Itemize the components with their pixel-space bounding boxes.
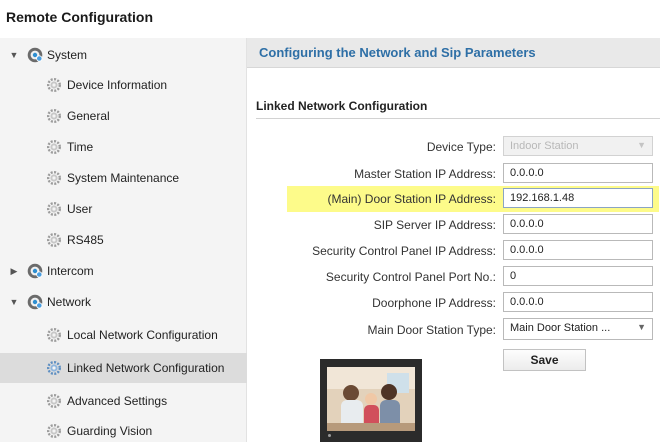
main-door-station-ip-value: 192.168.1.48 bbox=[510, 192, 575, 204]
sidebar-item-label: Advanced Settings bbox=[67, 394, 168, 408]
master-station-ip-label: Master Station IP Address: bbox=[354, 167, 496, 181]
gear-icon bbox=[47, 394, 61, 408]
master-station-ip-input[interactable]: 0.0.0.0 bbox=[503, 163, 653, 183]
sidebar-item-guarding-vision[interactable]: Guarding Vision bbox=[0, 416, 247, 442]
main-door-station-ip-input[interactable]: 192.168.1.48 bbox=[503, 188, 653, 208]
sidebar-item-label: Guarding Vision bbox=[67, 424, 153, 438]
gear-icon bbox=[47, 202, 61, 216]
gear-icon bbox=[47, 424, 61, 438]
sidebar-item-label: Local Network Configuration bbox=[67, 328, 218, 342]
doorphone-ip-input[interactable]: 0.0.0.0 bbox=[503, 292, 653, 312]
sidebar-item-label: Device Information bbox=[67, 78, 168, 92]
device-type-label: Device Type: bbox=[426, 140, 496, 154]
main-door-station-type-value: Main Door Station ... bbox=[510, 322, 611, 334]
panel-header: Configuring the Network and Sip Paramete… bbox=[247, 38, 660, 68]
gear-icon bbox=[47, 233, 61, 247]
dropdown-arrow-icon: ▼ bbox=[637, 322, 646, 332]
indoor-station-preview-image bbox=[320, 359, 422, 442]
sidebar-item-general[interactable]: General bbox=[0, 101, 247, 131]
security-panel-ip-input[interactable]: 0.0.0.0 bbox=[503, 240, 653, 260]
sidebar-item-label: General bbox=[67, 109, 110, 123]
security-panel-port-value: 0 bbox=[510, 270, 517, 282]
main-door-station-type-label: Main Door Station Type: bbox=[367, 323, 496, 337]
sidebar-tree: ▼ System Device Information General Time… bbox=[0, 38, 247, 442]
security-panel-ip-value: 0.0.0.0 bbox=[510, 244, 544, 256]
sidebar-item-advanced-settings[interactable]: Advanced Settings bbox=[0, 386, 247, 416]
sidebar-item-label: Intercom bbox=[47, 264, 94, 278]
dropdown-arrow-icon: ▼ bbox=[637, 140, 646, 150]
sidebar-item-rs485[interactable]: RS485 bbox=[0, 225, 247, 255]
sidebar-item-label: System Maintenance bbox=[67, 171, 180, 185]
device-type-select: Indoor Station ▼ bbox=[503, 136, 653, 156]
panel-title: Configuring the Network and Sip Paramete… bbox=[259, 45, 536, 60]
doorphone-ip-value: 0.0.0.0 bbox=[510, 296, 544, 308]
gear-icon bbox=[47, 140, 61, 154]
gear-icon bbox=[47, 328, 61, 342]
sidebar-item-label: Linked Network Configuration bbox=[67, 361, 225, 375]
sidebar-item-network[interactable]: ▼ Network bbox=[0, 287, 247, 317]
sidebar-item-label: RS485 bbox=[67, 233, 104, 247]
gear-icon bbox=[27, 263, 43, 279]
sidebar-item-label: Time bbox=[67, 140, 94, 154]
doorphone-ip-label: Doorphone IP Address: bbox=[372, 296, 496, 310]
security-panel-port-label: Security Control Panel Port No.: bbox=[325, 270, 496, 284]
app-title: Remote Configuration bbox=[6, 9, 153, 25]
device-type-value: Indoor Station bbox=[510, 140, 579, 152]
sidebar-item-label: Network bbox=[47, 295, 92, 309]
sidebar-item-device-information[interactable]: Device Information bbox=[0, 70, 247, 100]
sip-server-ip-value: 0.0.0.0 bbox=[510, 218, 544, 230]
expand-toggle-icon[interactable]: ▼ bbox=[9, 50, 19, 60]
sidebar-item-label: System bbox=[47, 48, 88, 62]
security-panel-ip-label: Security Control Panel IP Address: bbox=[312, 244, 496, 258]
gear-icon bbox=[27, 294, 43, 310]
device-screen bbox=[327, 367, 415, 431]
gear-icon bbox=[47, 109, 61, 123]
expand-toggle-icon[interactable]: ▼ bbox=[9, 297, 19, 307]
sip-server-ip-label: SIP Server IP Address: bbox=[373, 218, 496, 232]
sidebar-item-intercom[interactable]: ▶ Intercom bbox=[0, 256, 247, 286]
section-divider bbox=[256, 118, 660, 119]
gear-icon bbox=[27, 47, 43, 63]
sidebar-item-linked-network-configuration[interactable]: Linked Network Configuration bbox=[0, 353, 247, 383]
expand-toggle-icon[interactable]: ▶ bbox=[9, 266, 19, 277]
sidebar-item-local-network-configuration[interactable]: Local Network Configuration bbox=[0, 320, 247, 350]
security-panel-port-input[interactable]: 0 bbox=[503, 266, 653, 286]
gear-icon bbox=[47, 171, 61, 185]
gear-icon bbox=[47, 361, 61, 375]
sidebar-item-time[interactable]: Time bbox=[0, 132, 247, 162]
section-title: Linked Network Configuration bbox=[256, 99, 428, 113]
sidebar-item-system[interactable]: ▼ System bbox=[0, 40, 247, 70]
sidebar-item-system-maintenance[interactable]: System Maintenance bbox=[0, 163, 247, 193]
master-station-ip-value: 0.0.0.0 bbox=[510, 167, 544, 179]
sidebar-item-user[interactable]: User bbox=[0, 194, 247, 224]
main-door-station-ip-label: (Main) Door Station IP Address: bbox=[327, 192, 496, 206]
status-led bbox=[328, 434, 331, 437]
gear-icon bbox=[47, 78, 61, 92]
main-door-station-type-select[interactable]: Main Door Station ... ▼ bbox=[503, 318, 653, 340]
sidebar-item-label: User bbox=[67, 202, 93, 216]
save-button[interactable]: Save bbox=[503, 349, 586, 371]
sip-server-ip-input[interactable]: 0.0.0.0 bbox=[503, 214, 653, 234]
